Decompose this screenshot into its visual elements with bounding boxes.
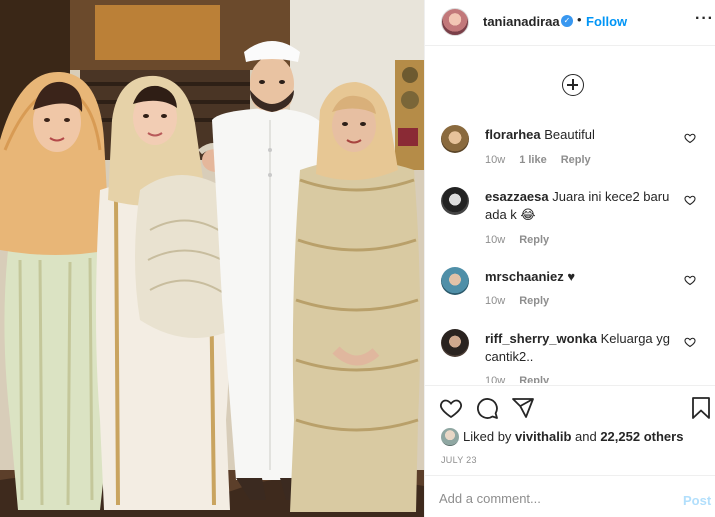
heart-icon[interactable] (439, 396, 463, 420)
comment-meta: 10w 1 like Reply (485, 154, 605, 166)
post-comment-button[interactable]: Post (683, 493, 711, 508)
comment-text: esazzaesa Juara ini kece2 baru ada k 😂 (485, 188, 681, 224)
comment-username[interactable]: riff_sherry_wonka (485, 331, 597, 346)
comment-item: esazzaesa Juara ini kece2 baru ada k 😂 1… (425, 177, 715, 246)
comment-time[interactable]: 10w (485, 295, 505, 307)
comment-username[interactable]: florarhea (485, 127, 541, 142)
reply-button[interactable]: Reply (519, 295, 549, 307)
comment-meta: 10w Reply (485, 295, 563, 307)
share-icon[interactable] (511, 396, 535, 420)
comment-time[interactable]: 10w (485, 375, 505, 383)
comment-item: mrschaaniez ♥ 10w Reply (425, 257, 715, 317)
post-date[interactable]: JULY 23 (441, 455, 477, 465)
comment-text: riff_sherry_wonka Keluarga yg cantik2.. (485, 330, 681, 366)
commenter-avatar[interactable] (441, 187, 469, 215)
comment-meta: 10w Reply (485, 234, 563, 246)
commenter-avatar[interactable] (441, 329, 469, 357)
comment-username[interactable]: mrschaaniez (485, 269, 564, 284)
liked-by-and: and (571, 429, 601, 444)
comment-time[interactable]: 10w (485, 234, 505, 246)
post-actions (425, 385, 715, 429)
comment-time[interactable]: 10w (485, 154, 505, 166)
heart-icon[interactable] (684, 274, 696, 286)
comment-meta: 10w Reply (485, 375, 563, 383)
comment-icon[interactable] (475, 396, 499, 420)
likes-count[interactable]: 22,252 others (600, 429, 683, 444)
add-comment-bar: Post (425, 475, 715, 517)
author-username[interactable]: tanianadiraa (483, 14, 560, 29)
comment-body: ♥ (567, 269, 576, 284)
liker-avatar[interactable] (441, 428, 459, 446)
post-side-panel: tanianadiraa ✓ • Follow ··· florarhea Be… (424, 0, 715, 517)
verified-badge-icon: ✓ (561, 15, 573, 27)
heart-icon[interactable] (684, 132, 696, 144)
comment-item: riff_sherry_wonka Keluarga yg cantik2.. … (425, 319, 715, 383)
comment-item: florarhea Beautiful 10w 1 like Reply (425, 115, 715, 175)
reply-button[interactable]: Reply (519, 234, 549, 246)
load-more-comments-icon[interactable] (562, 74, 584, 96)
family-photo (0, 0, 424, 517)
more-options-icon[interactable]: ··· (695, 10, 714, 28)
comment-list: florarhea Beautiful 10w 1 like Reply esazz… (425, 115, 715, 383)
bookmark-icon[interactable] (689, 396, 713, 420)
reply-button[interactable]: Reply (561, 154, 591, 166)
commenter-avatar[interactable] (441, 267, 469, 295)
comment-likes[interactable]: 1 like (519, 154, 547, 166)
comment-text: florarhea Beautiful (485, 126, 681, 144)
heart-icon[interactable] (684, 336, 696, 348)
follow-button[interactable]: Follow (586, 14, 627, 29)
header-separator: • (577, 12, 582, 27)
comment-text: mrschaaniez ♥ (485, 268, 681, 286)
commenter-avatar[interactable] (441, 125, 469, 153)
comment-username[interactable]: esazzaesa (485, 189, 549, 204)
heart-icon[interactable] (684, 194, 696, 206)
author-avatar[interactable] (441, 8, 469, 36)
reply-button[interactable]: Reply (519, 375, 549, 383)
liked-by-text: Liked by vivithalib and 22,252 others (463, 429, 683, 444)
comment-input[interactable] (439, 488, 659, 508)
post-photo (0, 0, 424, 517)
post-header: tanianadiraa ✓ • Follow ··· (425, 0, 715, 46)
liked-by-prefix: Liked by (463, 429, 516, 444)
comment-body: Beautiful (544, 127, 595, 142)
liker-username[interactable]: vivithalib (515, 429, 571, 444)
